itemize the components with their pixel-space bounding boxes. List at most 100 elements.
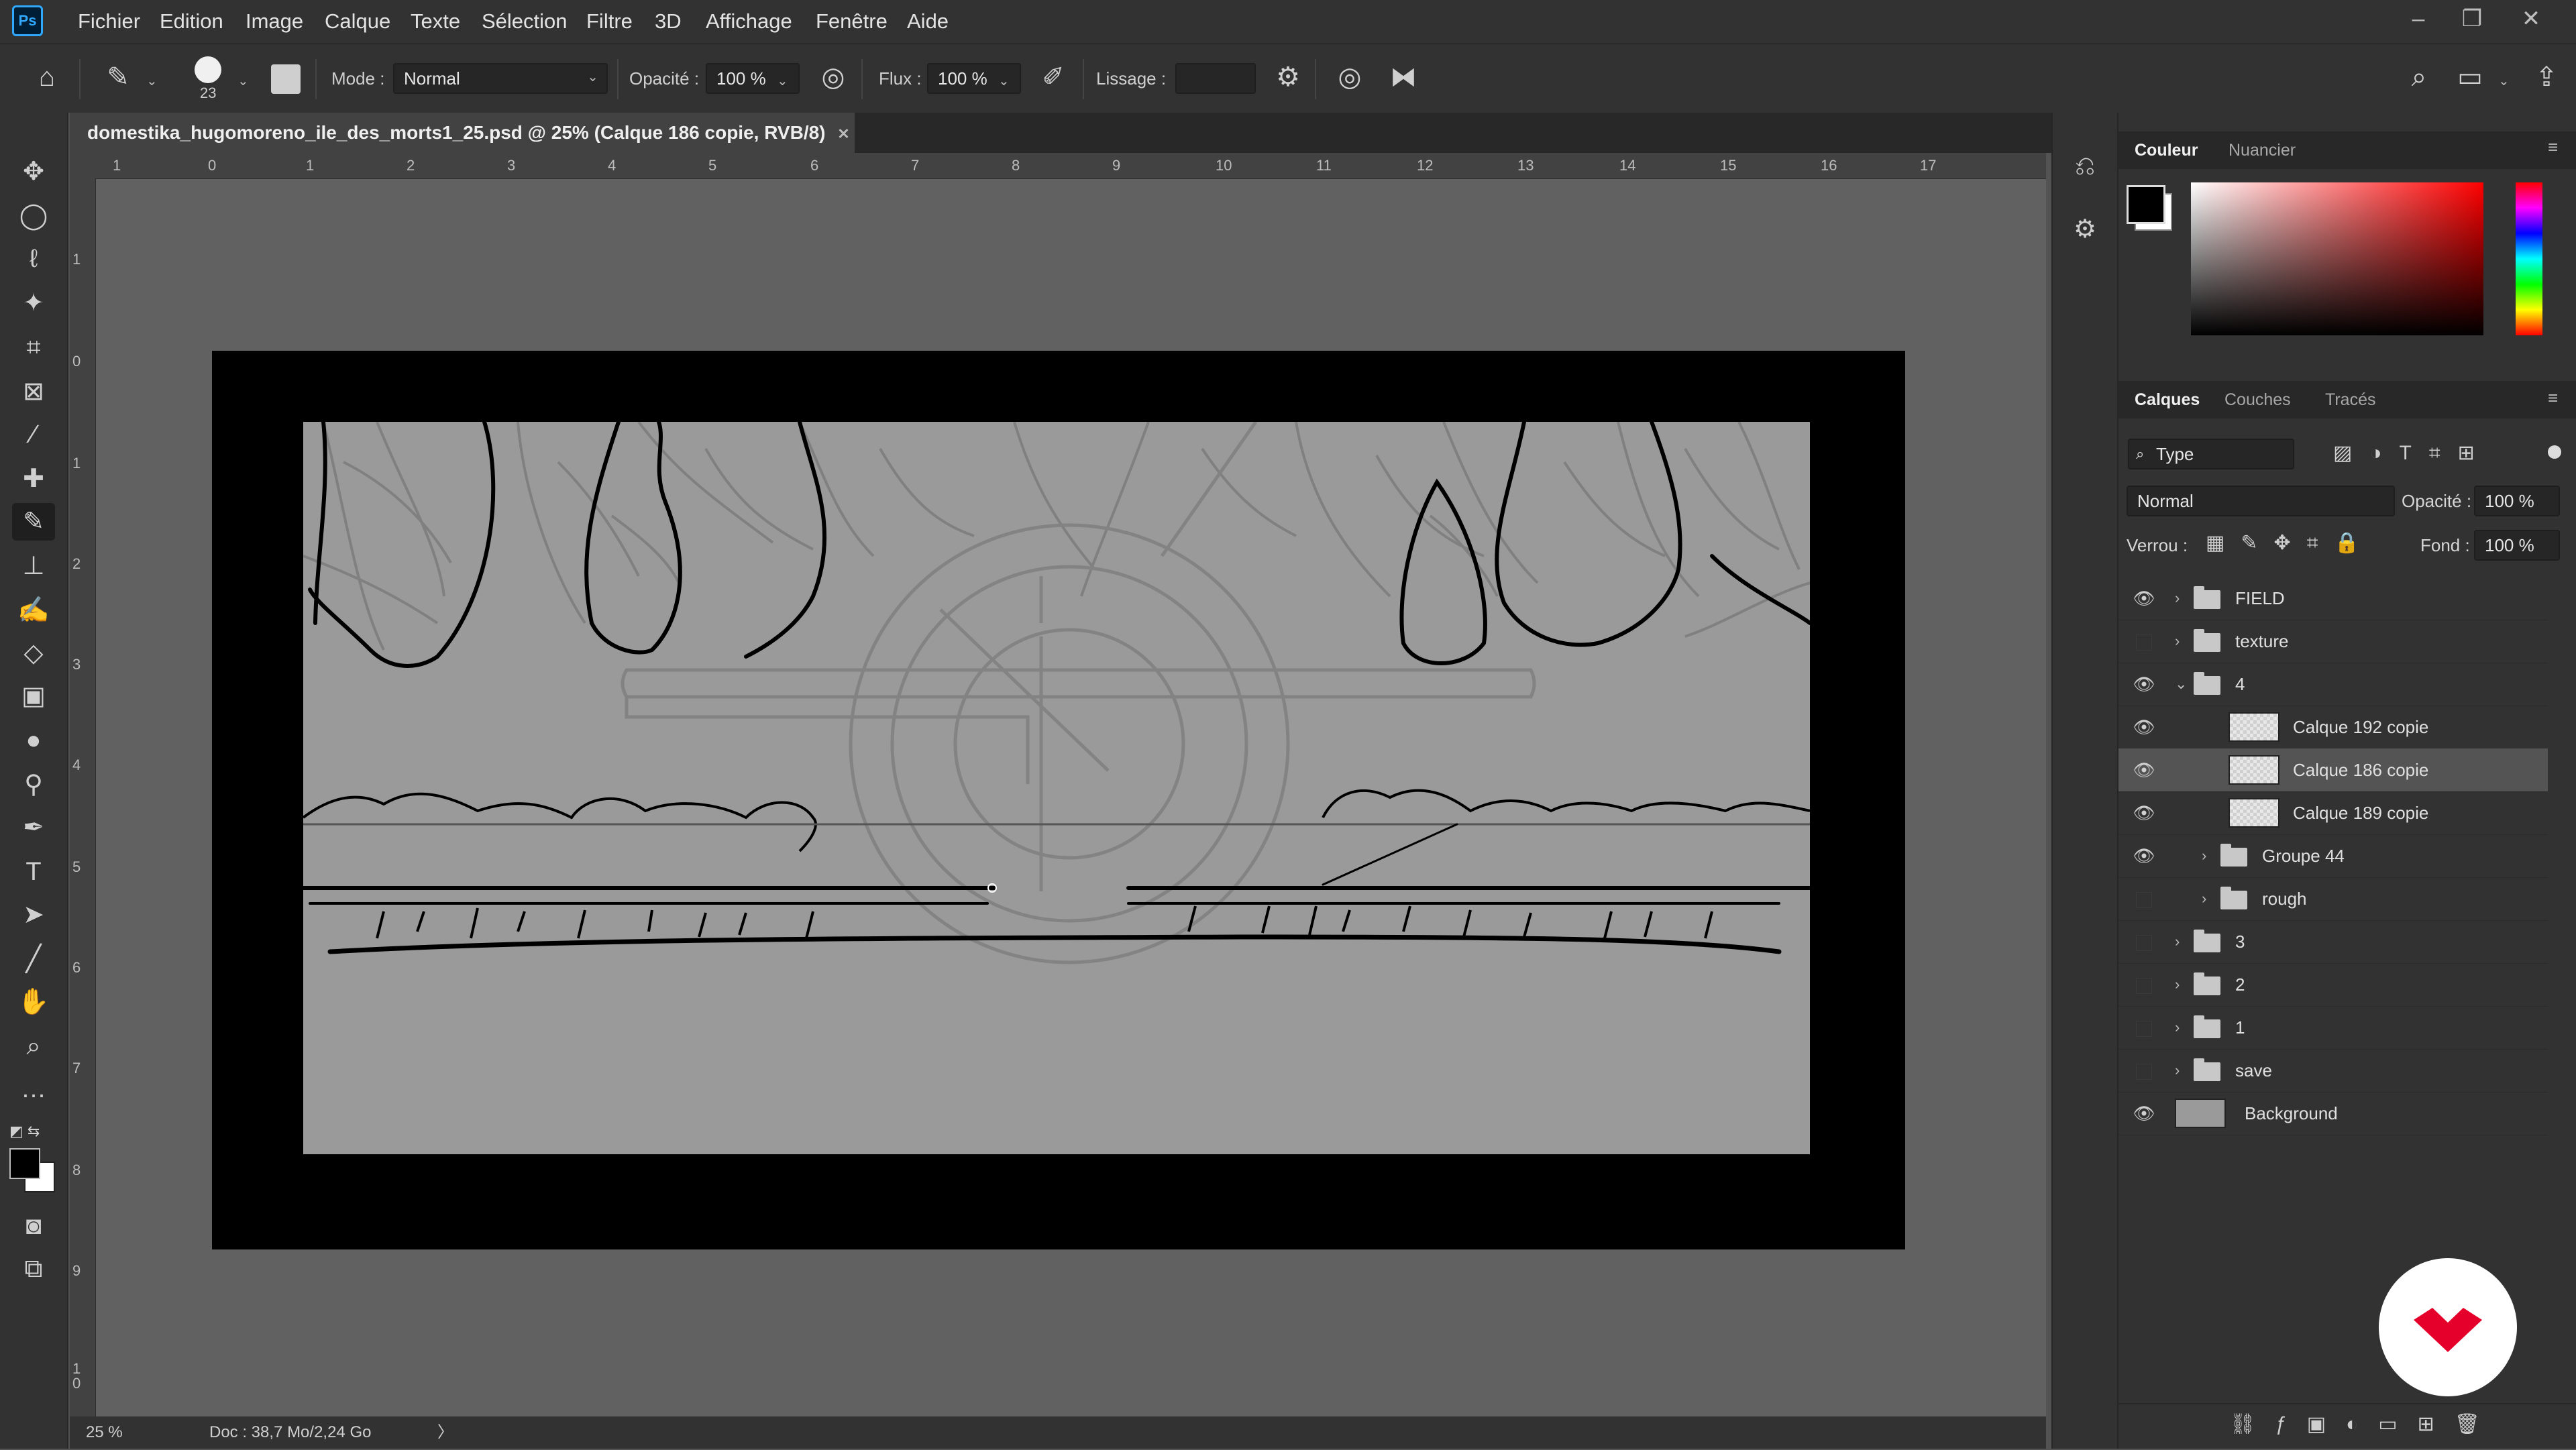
- chevron-right-icon[interactable]: ›: [2175, 577, 2180, 620]
- quick-mask-icon[interactable]: ◙: [12, 1207, 55, 1245]
- layer-row[interactable]: › rough: [2118, 877, 2548, 921]
- restore-button[interactable]: ❐: [2449, 0, 2496, 38]
- brush-size-preview-icon[interactable]: [195, 56, 221, 83]
- layer-actions-icons[interactable]: ⛓ƒ▣◐▭⊞🗑: [2230, 1412, 2500, 1436]
- tab-couleur[interactable]: Couleur: [2135, 131, 2198, 169]
- symmetry-icon[interactable]: ⧓: [1385, 60, 1422, 98]
- chevron-right-icon[interactable]: ›: [2202, 877, 2206, 920]
- chevron-right-icon[interactable]: ›: [2175, 1049, 2180, 1092]
- eye-icon[interactable]: 👁: [2132, 1101, 2156, 1125]
- zoom-level[interactable]: 25 %: [86, 1416, 123, 1449]
- chevron-right-icon[interactable]: ›: [2175, 620, 2180, 663]
- pen-tool-icon[interactable]: ✒: [12, 809, 55, 846]
- layer-row[interactable]: 👁 › FIELD: [2118, 577, 2548, 620]
- layer-filter-icons[interactable]: ▨◑T⌗⊞: [2333, 441, 2492, 465]
- pressure-size-icon[interactable]: ◎: [1331, 60, 1368, 98]
- workspace-icon[interactable]: ▭: [2451, 60, 2489, 98]
- menu-texte[interactable]: Texte: [411, 0, 460, 43]
- menu-affichage[interactable]: Affichage: [706, 0, 792, 43]
- home-icon[interactable]: ⌂: [28, 60, 66, 98]
- blend-mode-select[interactable]: Normal: [2127, 486, 2395, 516]
- screen-mode-icon[interactable]: ⧉: [12, 1250, 55, 1288]
- panel-menu-icon[interactable]: ≡: [2548, 137, 2558, 158]
- eye-icon[interactable]: 👁: [2132, 672, 2156, 696]
- eye-icon[interactable]: 👁: [2132, 844, 2156, 868]
- panel-menu-icon[interactable]: ≡: [2548, 388, 2558, 408]
- menu-selection[interactable]: Sélection: [482, 0, 568, 43]
- move-tool-icon[interactable]: ✥: [12, 153, 55, 190]
- history-panel-icon[interactable]: ⎌: [2063, 148, 2106, 185]
- layer-row[interactable]: › texture: [2118, 620, 2548, 663]
- eyedropper-icon[interactable]: ⁄: [12, 416, 55, 453]
- hue-slider[interactable]: [2516, 182, 2542, 335]
- visibility-toggle[interactable]: [2136, 892, 2152, 908]
- close-window-button[interactable]: ✕: [2508, 0, 2555, 38]
- layer-row[interactable]: 👁 Calque 189 copie: [2118, 791, 2548, 835]
- marquee-tool-icon[interactable]: ◯: [12, 197, 55, 235]
- chevron-down-icon[interactable]: ⌄: [146, 72, 158, 89]
- chevron-right-icon[interactable]: ›: [2175, 920, 2180, 963]
- lock-icons[interactable]: ▦✎✥⌗🔒: [2206, 531, 2375, 555]
- menu-image[interactable]: Image: [246, 0, 303, 43]
- hand-tool-icon[interactable]: ✋: [12, 983, 55, 1021]
- chevron-down-icon[interactable]: ⌄: [237, 72, 249, 89]
- tab-couches[interactable]: Couches: [2224, 381, 2291, 419]
- menu-edition[interactable]: Edition: [160, 0, 223, 43]
- layer-row[interactable]: 👁 › Groupe 44: [2118, 834, 2548, 878]
- zoom-tool-icon[interactable]: ⌕: [12, 1027, 55, 1065]
- tab-calques[interactable]: Calques: [2135, 381, 2200, 419]
- smoothing-field[interactable]: [1175, 63, 1256, 94]
- eye-icon[interactable]: 👁: [2132, 586, 2156, 610]
- mode-select[interactable]: Normal ⌄: [393, 63, 608, 94]
- frame-tool-icon[interactable]: ⊠: [12, 373, 55, 410]
- blur-tool-icon[interactable]: ●: [12, 722, 55, 759]
- visibility-toggle[interactable]: [2136, 978, 2152, 994]
- chevron-down-icon[interactable]: ⌄: [2175, 663, 2187, 706]
- chevron-down-icon[interactable]: ⌄: [998, 72, 1010, 89]
- visibility-toggle[interactable]: [2136, 1064, 2152, 1080]
- properties-panel-icon[interactable]: ⚙: [2063, 211, 2106, 248]
- gear-icon[interactable]: ⚙: [1269, 60, 1307, 98]
- minimize-button[interactable]: –: [2395, 0, 2442, 38]
- path-selection-icon[interactable]: ➤: [12, 896, 55, 934]
- eye-icon[interactable]: 👁: [2132, 801, 2156, 825]
- photoshop-logo-icon[interactable]: Ps: [12, 5, 43, 36]
- lasso-tool-icon[interactable]: ℓ: [12, 240, 55, 278]
- layer-row[interactable]: 👁 ⌄ 4: [2118, 663, 2548, 706]
- fill-field[interactable]: 100 %: [2474, 530, 2560, 561]
- pressure-opacity-icon[interactable]: ◎: [814, 60, 852, 98]
- layer-row[interactable]: 👁 Calque 186 copie: [2118, 748, 2548, 792]
- layer-filter-select[interactable]: ⌕ Type: [2128, 439, 2294, 469]
- visibility-toggle[interactable]: [2136, 634, 2152, 651]
- chevron-right-icon[interactable]: ›: [2202, 834, 2206, 877]
- chevron-down-icon[interactable]: ⌄: [2498, 72, 2510, 89]
- line-tool-icon[interactable]: ╱: [12, 940, 55, 978]
- layer-row[interactable]: 👁 Calque 192 copie: [2118, 706, 2548, 749]
- layer-row[interactable]: › save: [2118, 1049, 2548, 1093]
- color-picker-field[interactable]: [2191, 182, 2483, 335]
- close-tab-icon[interactable]: ✕: [837, 125, 849, 142]
- magic-wand-icon[interactable]: ✦: [12, 284, 55, 322]
- brush-panel-icon[interactable]: [271, 64, 301, 94]
- filter-toggle-icon[interactable]: [2548, 445, 2561, 459]
- layer-row[interactable]: › 3: [2118, 920, 2548, 964]
- history-brush-icon[interactable]: ✍: [12, 592, 55, 629]
- text-tool-icon[interactable]: T: [12, 853, 55, 891]
- menu-fichier[interactable]: Fichier: [78, 0, 140, 43]
- artwork-sketch[interactable]: [303, 422, 1810, 1154]
- menu-3d[interactable]: 3D: [655, 0, 682, 43]
- dodge-tool-icon[interactable]: ⚲: [12, 766, 55, 803]
- tab-traces[interactable]: Tracés: [2325, 381, 2375, 419]
- visibility-toggle[interactable]: [2136, 1021, 2152, 1037]
- eraser-icon[interactable]: ◇: [12, 634, 55, 672]
- gradient-tool-icon[interactable]: ▣: [12, 677, 55, 715]
- foreground-color-swatch[interactable]: [9, 1148, 40, 1179]
- layer-row[interactable]: 👁 Background: [2118, 1092, 2548, 1135]
- chevron-right-icon[interactable]: ›: [2175, 963, 2180, 1006]
- tab-nuancier[interactable]: Nuancier: [2229, 131, 2296, 169]
- brush-tool-icon[interactable]: ✎: [12, 503, 55, 541]
- eye-icon[interactable]: 👁: [2132, 715, 2156, 739]
- share-icon[interactable]: ⇪: [2528, 60, 2565, 98]
- healing-brush-icon[interactable]: ✚: [12, 460, 55, 498]
- menu-fenetre[interactable]: Fenêtre: [816, 0, 888, 43]
